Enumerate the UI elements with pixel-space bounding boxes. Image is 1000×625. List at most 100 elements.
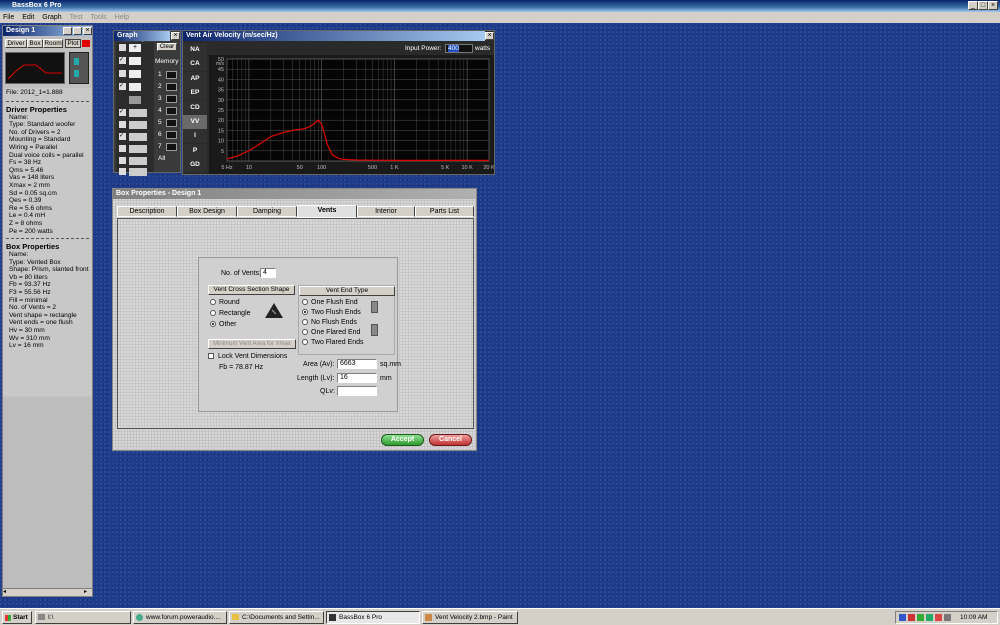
plot-close-icon[interactable]: × — [485, 32, 494, 40]
box-button[interactable]: Box — [27, 39, 43, 48]
tab-interior[interactable]: Interior — [357, 206, 415, 217]
memory-slot-button[interactable] — [166, 119, 177, 127]
cancel-button[interactable]: Cancel — [429, 434, 472, 446]
scale-icon[interactable] — [129, 83, 141, 91]
room-button[interactable]: Room — [43, 39, 63, 48]
shield-icon[interactable] — [926, 614, 933, 621]
tab-vents[interactable]: Vents — [297, 205, 357, 218]
shape-other-radio[interactable]: Other — [210, 320, 237, 329]
area-input[interactable]: 6663 — [337, 359, 377, 369]
horizontal-scrollbar[interactable]: ◂ ▸ — [3, 588, 92, 596]
panel-close-icon[interactable]: × — [83, 27, 92, 35]
taskbar-item-explorer[interactable]: C:\Documents and Settin... — [229, 611, 324, 624]
memory-slot-button[interactable] — [166, 83, 177, 91]
input-power-field[interactable]: 400 — [445, 44, 473, 53]
design-panel: Design 1 × Driver Box Room Plot File: 20… — [2, 25, 93, 597]
checkbox[interactable]: ✓ — [119, 133, 126, 140]
scroll-left-icon[interactable]: ◂ — [3, 589, 10, 596]
panel-help-icon[interactable] — [63, 27, 72, 35]
monitor-icon[interactable] — [129, 96, 141, 104]
checkbox[interactable] — [119, 168, 126, 175]
panel-restore-icon[interactable] — [73, 27, 82, 35]
graph-properties-close-icon[interactable]: × — [171, 32, 180, 40]
tab-damping[interactable]: Damping — [237, 206, 297, 217]
maximize-button[interactable]: □ — [978, 1, 988, 10]
menu-graph[interactable]: Graph — [42, 12, 61, 23]
qlv-input[interactable] — [337, 386, 377, 396]
box-thumbnail[interactable] — [69, 52, 89, 84]
checkbox[interactable]: ✓ — [119, 57, 126, 64]
checkbox[interactable] — [119, 157, 126, 164]
end-one-flared-radio[interactable]: One Flared End — [302, 328, 360, 337]
plot-tab-i[interactable]: I — [183, 129, 207, 144]
memory-slot-button[interactable] — [166, 131, 177, 139]
speaker-icon[interactable] — [129, 121, 147, 129]
security-icon[interactable] — [908, 614, 915, 621]
start-button[interactable]: Start — [2, 611, 32, 624]
plot-tab-vv[interactable]: VV — [183, 115, 207, 129]
x-tick-label: 1 K — [390, 165, 399, 171]
length-input[interactable]: 16 — [337, 373, 377, 383]
plot-tab-p[interactable]: P — [183, 143, 207, 158]
vents-count-input[interactable]: 4 — [260, 268, 276, 278]
end-two-flared-radio[interactable]: Two Flared Ends — [302, 338, 364, 347]
shape-round-radio[interactable]: Round — [210, 298, 240, 307]
plot-tab-gd[interactable]: GD — [183, 158, 207, 173]
end-one-flush-radio[interactable]: One Flush End — [302, 298, 358, 307]
velocity-chart[interactable]: 5045403530252015105m/s5 Hz 10 50 100 500 1 K5… — [209, 55, 494, 174]
waveform-icon[interactable] — [129, 145, 147, 153]
checkbox[interactable] — [119, 70, 126, 77]
tab-box-design[interactable]: Box Design — [177, 206, 237, 217]
menu-test[interactable]: Test — [70, 12, 83, 23]
speaker-icon[interactable] — [129, 157, 147, 165]
add-icon[interactable]: + — [129, 44, 141, 52]
plot-tab-ca[interactable]: CA — [183, 57, 207, 72]
menu-tools[interactable]: Tools — [90, 12, 106, 23]
memory-slot-button[interactable] — [166, 95, 177, 103]
tab-parts-list[interactable]: Parts List — [415, 206, 474, 217]
clear-button[interactable]: Clear — [157, 43, 177, 51]
memory-slot-button[interactable] — [166, 71, 177, 79]
menu-help[interactable]: Help — [115, 12, 129, 23]
driver-button[interactable]: Driver — [5, 39, 27, 48]
network-icon[interactable] — [899, 614, 906, 621]
axis-icon[interactable] — [129, 70, 141, 78]
shape-rectangle-radio[interactable]: Rectangle — [210, 309, 251, 318]
menu-file[interactable]: File — [3, 12, 14, 23]
thumbnail-plot[interactable] — [5, 52, 65, 84]
meter-icon[interactable] — [129, 168, 147, 176]
speaker-icon[interactable] — [129, 133, 147, 141]
taskbar-item-browser[interactable]: www.forum.poweraudio.... — [133, 611, 227, 624]
plot-button[interactable]: Plot — [65, 39, 81, 48]
plot-tab-ap[interactable]: AP — [183, 71, 207, 86]
end-two-flush-radio[interactable]: Two Flush Ends — [302, 308, 361, 317]
checkbox[interactable]: ✓ — [119, 83, 126, 90]
end-no-flush-radio[interactable]: No Flush Ends — [302, 318, 357, 327]
minimize-button[interactable]: _ — [968, 1, 978, 10]
antivirus-icon[interactable] — [935, 614, 942, 621]
tab-description[interactable]: Description — [117, 206, 177, 217]
grid-icon[interactable] — [129, 57, 141, 65]
taskbar-item-bassbox[interactable]: BassBox 6 Pro — [326, 611, 420, 624]
plot-tab-ep[interactable]: EP — [183, 86, 207, 101]
menu-edit[interactable]: Edit — [22, 12, 34, 23]
close-button[interactable]: × — [988, 1, 998, 10]
checkbox[interactable] — [119, 145, 126, 152]
volume-icon[interactable] — [944, 614, 951, 621]
plot-tab-na[interactable]: NA — [183, 43, 207, 57]
speaker-icon[interactable] — [129, 109, 147, 117]
taskbar-item-paint[interactable]: Vent Velocity 2.bmp - Paint — [422, 611, 518, 624]
taskbar-item-drive[interactable]: I:\ — [35, 611, 131, 624]
checkbox[interactable] — [119, 121, 126, 128]
scroll-right-icon[interactable]: ▸ — [84, 589, 91, 596]
update-icon[interactable] — [917, 614, 924, 621]
plot-tab-cd[interactable]: CD — [183, 100, 207, 115]
memory-slot-button[interactable] — [166, 107, 177, 115]
end-one-flush-label: One Flush End — [311, 299, 358, 306]
lock-vent-checkbox[interactable]: Lock Vent Dimensions — [208, 352, 287, 361]
accept-button[interactable]: Accept — [381, 434, 424, 446]
minimum-vent-area-button[interactable]: Minimum Vent Area for Xmax — [208, 339, 296, 349]
memory-slot-button[interactable] — [166, 143, 177, 151]
checkbox[interactable]: ✓ — [119, 109, 126, 116]
checkbox[interactable] — [119, 44, 126, 51]
